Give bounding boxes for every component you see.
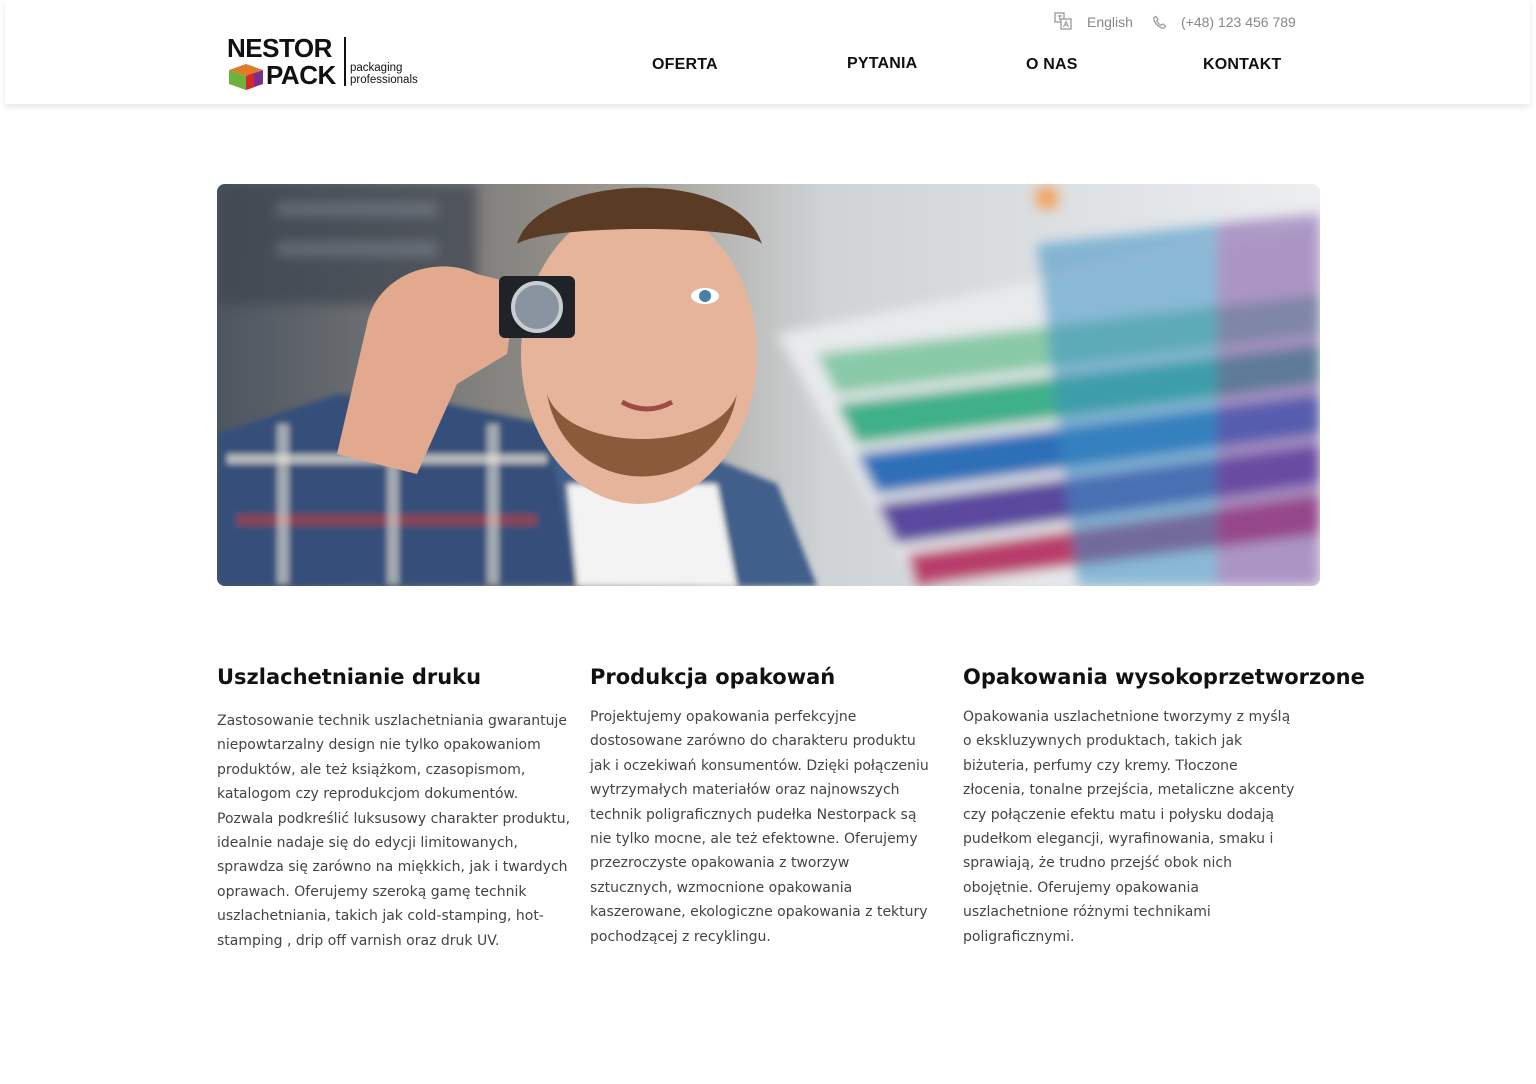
section-title: Produkcja opakowań (590, 665, 836, 689)
section-produkcja: Produkcja opakowań Projektujemy opakowan… (590, 664, 950, 949)
section-uszlachetnianie: Uszlachetnianie druku Zastosowanie techn… (217, 664, 577, 953)
section-text: Projektujemy opakowania perfekcyjne dost… (590, 709, 929, 945)
section-title: Opakowania wysokoprzetworzone (963, 665, 1365, 689)
translate-icon[interactable] (1054, 12, 1072, 30)
logo-divider (344, 37, 346, 86)
nestorpack-logo[interactable]: NESTOR PACK packaging professionals (227, 34, 423, 92)
logo-word-nestor: NESTOR (227, 33, 332, 63)
logo-word-pack: PACK (266, 60, 336, 90)
logo-tagline-line2: professionals (350, 74, 418, 86)
section-wysokoprzetworzone: Opakowania wysokoprzetworzone Opakowania… (963, 664, 1365, 949)
nav-item-o-nas[interactable]: O NAS (1026, 56, 1078, 74)
nav-item-kontakt[interactable]: KONTAKT (1203, 56, 1281, 74)
nav-item-oferta[interactable]: OFERTA (652, 56, 718, 74)
logo-tagline-line1: packaging (350, 62, 403, 74)
phone-number-link[interactable]: (+48) 123 456 789 (1181, 14, 1296, 30)
nav-item-pytania[interactable]: PYTANIA (847, 55, 917, 73)
section-title: Uszlachetnianie druku (217, 665, 482, 689)
hero-photo-illustration (217, 184, 1320, 586)
logo-cube-icon (229, 64, 263, 90)
section-text: Opakowania uszlachetnione tworzymy z myś… (963, 709, 1295, 945)
hero-image (217, 184, 1320, 586)
site-header: NESTOR PACK packaging professionals Engl… (5, 0, 1530, 104)
language-switch-link[interactable]: English (1087, 14, 1133, 30)
section-text: Zastosowanie technik uszlachetniania gwa… (217, 713, 571, 949)
phone-icon (1153, 15, 1167, 29)
